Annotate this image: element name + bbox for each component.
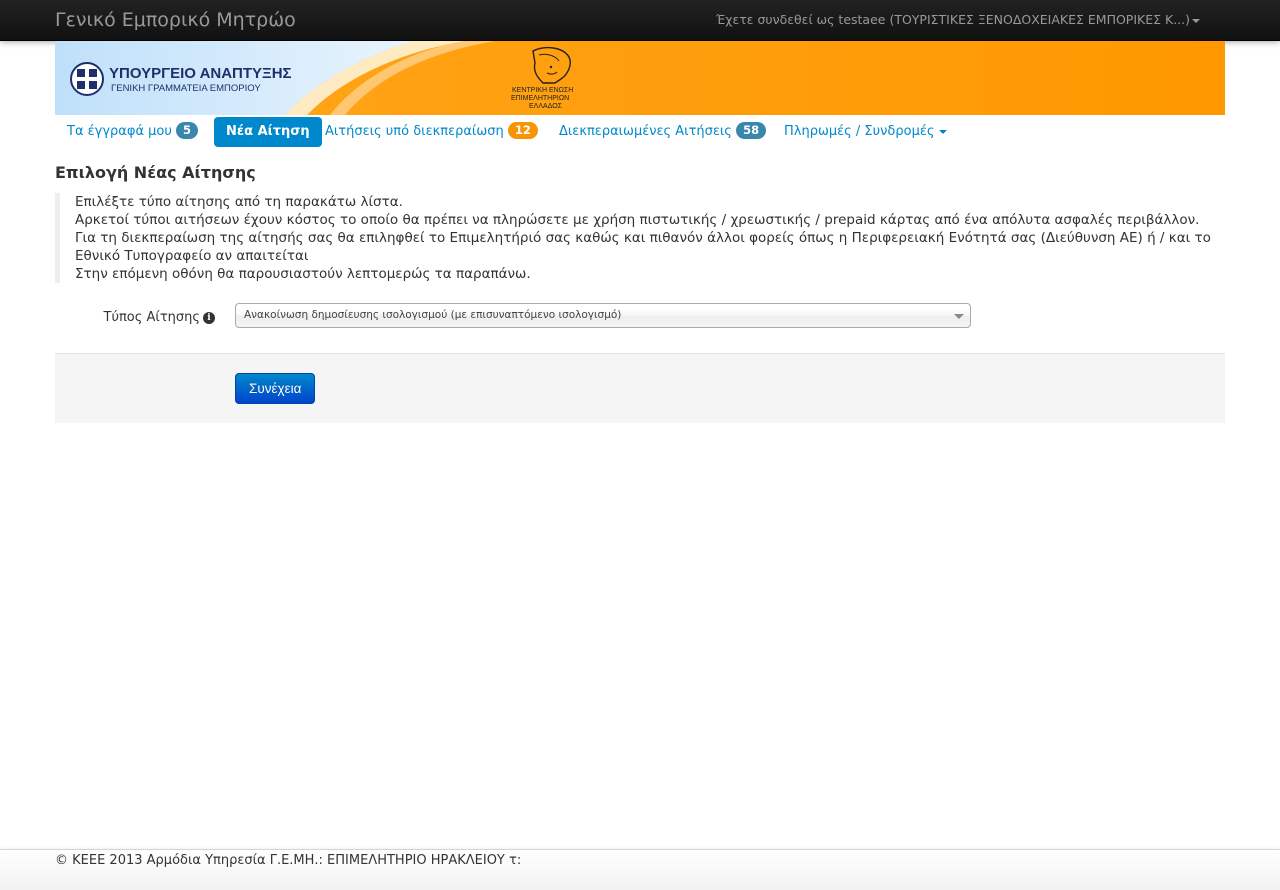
chamber-name-line1: ΚΕΝΤΡΙΚΗ ΕΝΩΣΗ — [512, 87, 573, 94]
count-badge: 12 — [507, 122, 538, 139]
tab-label: Τα έγγραφά μου — [67, 124, 172, 139]
user-menu-label: Έχετε συνδεθεί ως testaee (ΤΟΥΡΙΣΤΙΚΕΣ Ξ… — [715, 12, 1190, 27]
continue-button[interactable]: Συνέχεια — [235, 373, 316, 404]
instruction-line: Αρκετοί τύποι αιτήσεων έχουν κόστος το ο… — [75, 212, 1200, 228]
greek-emblem-icon — [70, 62, 104, 96]
page-title: Επιλογή Νέας Αίτησης — [55, 163, 256, 182]
count-badge: 58 — [736, 122, 767, 139]
instruction-line: Στην επόμενη οθόνη θα παρουσιαστούν λεπτ… — [75, 266, 531, 282]
instructions-blockquote: Επιλέξτε τύπο αίτησης από τη παρακάτω λί… — [55, 193, 1225, 283]
dropdown-arrow-icon — [954, 314, 964, 319]
count-badge: 5 — [176, 122, 199, 139]
tab-payments-dropdown[interactable]: Πληρωμές / Συνδρομές — [772, 117, 959, 147]
tab-label: Διεκπεραιωμένες Αιτήσεις — [559, 124, 732, 139]
caret-down-icon — [1192, 18, 1200, 23]
header-banner: ΥΠΟΥΡΓΕΙΟ ΑΝΑΠΤΥΞΗΣ ΓΕΝΙΚΗ ΓΡΑΜΜΑΤΕΙΑ ΕΜ… — [55, 41, 1225, 115]
page-footer: © ΚΕΕΕ 2013 Αρμόδια Υπηρεσία Γ.Ε.ΜΗ.: ΕΠ… — [0, 849, 1280, 890]
tab-label: Πληρωμές / Συνδρομές — [784, 124, 935, 139]
application-type-select[interactable]: Ανακοίνωση δημοσίευσης ισολογισμού (με ε… — [235, 303, 971, 328]
selected-option: Ανακοίνωση δημοσίευσης ισολογισμού (με ε… — [244, 309, 622, 321]
main-tabs: Τα έγγραφά μου 5 Νέα Αίτηση Αιτήσεις υπό… — [55, 117, 1225, 147]
application-type-label-text: Τύπος Αίτησης — [103, 310, 200, 325]
chamber-name-line3: ΕΛΛΑΔΟΣ — [529, 103, 563, 110]
form-actions: Συνέχεια — [55, 353, 1225, 423]
user-menu-dropdown[interactable]: Έχετε συνδεθεί ως testaee (ΤΟΥΡΙΣΤΙΚΕΣ Ξ… — [716, 12, 1200, 27]
tab-label: Αιτήσεις υπό διεκπεραίωση — [325, 124, 504, 139]
tab-label: Νέα Αίτηση — [226, 124, 310, 139]
caret-down-icon — [938, 129, 947, 134]
chamber-name-line2: ΕΠΙΜΕΛΗΤΗΡΙΩΝ — [511, 95, 569, 102]
tab-pending-applications[interactable]: Αιτήσεις υπό διεκπεραίωση 12 — [313, 117, 550, 147]
tab-new-application[interactable]: Νέα Αίτηση — [214, 117, 322, 147]
ministry-subtitle: ΓΕΝΙΚΗ ΓΡΑΜΜΑΤΕΙΑ ΕΜΠΟΡΙΟΥ — [111, 83, 261, 94]
info-icon[interactable]: i — [203, 312, 215, 324]
brand-link[interactable]: Γενικό Εμπορικό Μητρώο — [55, 9, 296, 31]
banner-artwork: ΥΠΟΥΡΓΕΙΟ ΑΝΑΠΤΥΞΗΣ ΓΕΝΙΚΗ ΓΡΑΜΜΑΤΕΙΑ ΕΜ… — [55, 41, 1225, 115]
ministry-title: ΥΠΟΥΡΓΕΙΟ ΑΝΑΠΤΥΞΗΣ — [109, 65, 292, 82]
footer-text: © ΚΕΕΕ 2013 Αρμόδια Υπηρεσία Γ.Ε.ΜΗ.: ΕΠ… — [55, 853, 522, 868]
application-type-label: Τύπος Αίτησης i — [55, 310, 215, 325]
tab-my-documents[interactable]: Τα έγγραφά μου 5 — [55, 117, 210, 147]
tab-completed-applications[interactable]: Διεκπεραιωμένες Αιτήσεις 58 — [547, 117, 778, 147]
instruction-line: Επιλέξτε τύπο αίτησης από τη παρακάτω λί… — [75, 194, 403, 210]
top-navbar: Γενικό Εμπορικό Μητρώο Έχετε συνδεθεί ως… — [0, 0, 1280, 41]
instruction-line: Για τη διεκπεραίωση της αίτησής σας θα ε… — [75, 230, 1211, 264]
